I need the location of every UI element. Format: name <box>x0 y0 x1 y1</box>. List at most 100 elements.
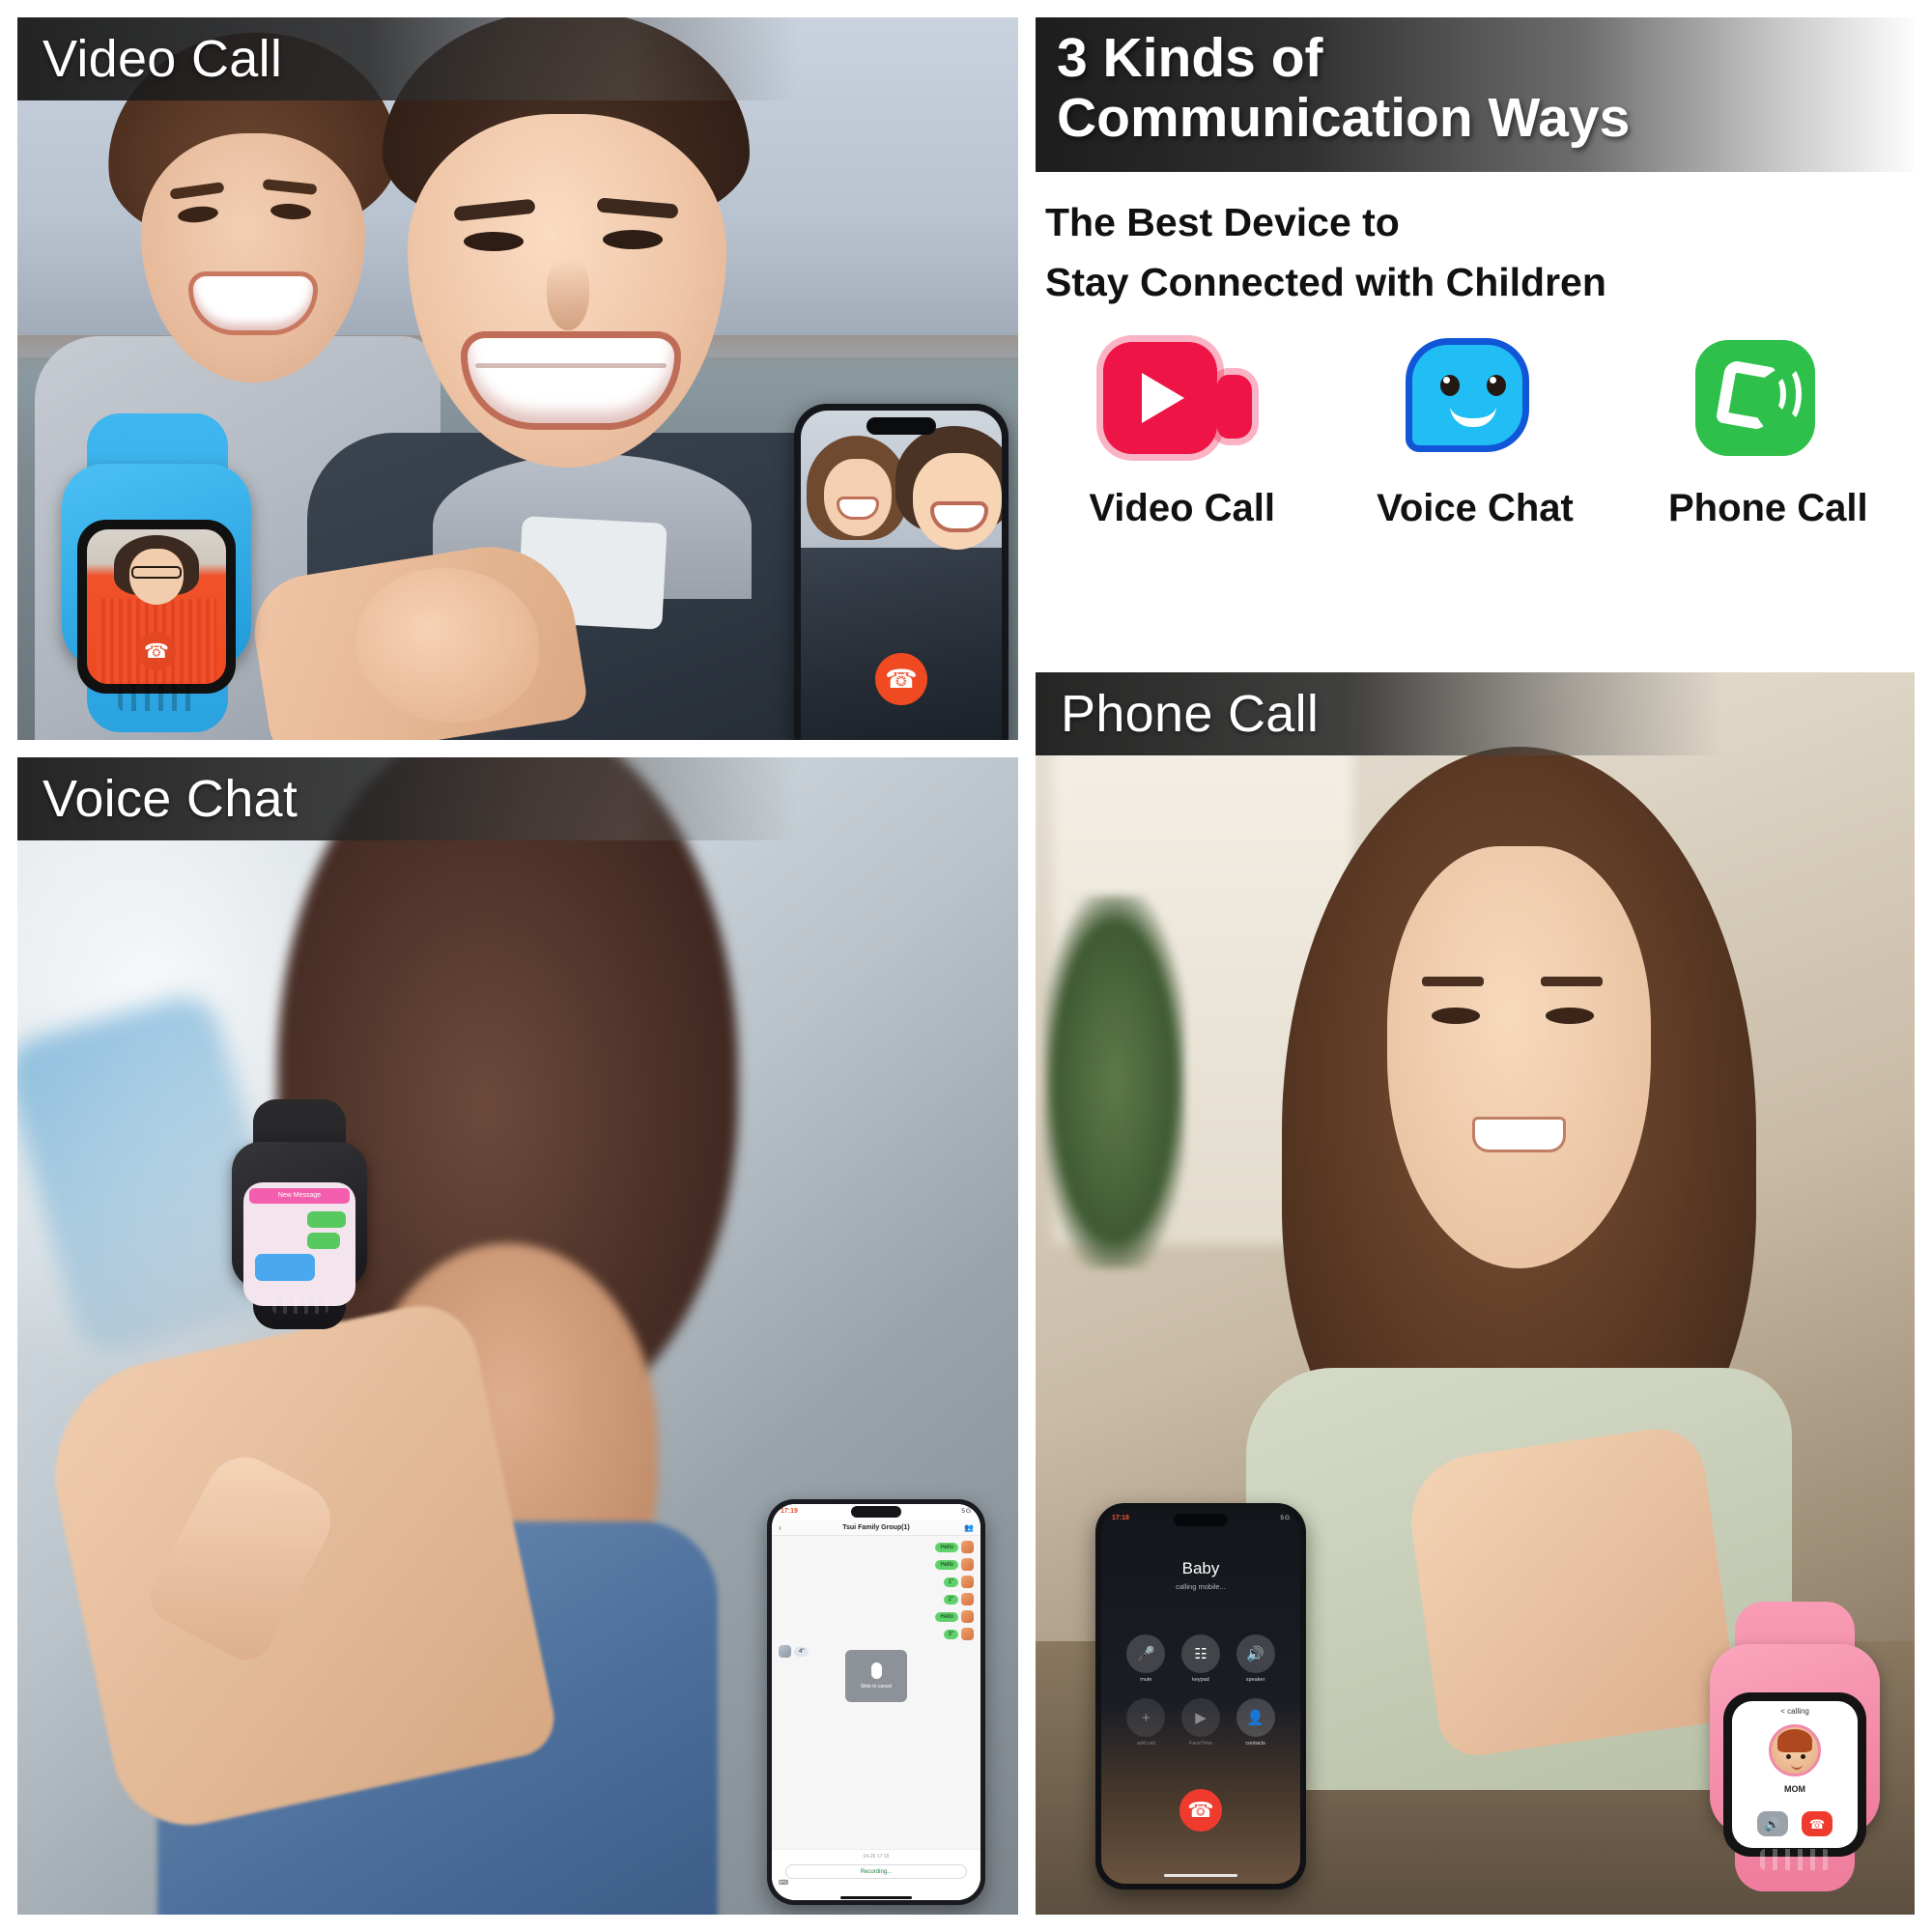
watch-screen: New Message <box>243 1182 355 1306</box>
end-call-icon[interactable]: ☎ <box>137 632 176 670</box>
panel-banner-phone-call: Phone Call <box>1036 672 1721 755</box>
mic-off-icon: 🎤 <box>1126 1634 1166 1673</box>
recording-button[interactable]: Recording... <box>785 1864 967 1879</box>
watch-screen: ☎ <box>87 529 226 684</box>
slide-to-cancel-hint: Slide to cancel <box>860 1684 893 1690</box>
status-signal: 5G <box>1280 1515 1291 1521</box>
contacts-button[interactable]: 👤 contacts <box>1234 1698 1277 1747</box>
panel-phone-call: 17:18 5G Baby calling mobile... 🎤 mute ☷… <box>1036 672 1915 1915</box>
panel-banner-label: Voice Chat <box>43 770 298 828</box>
subtitle-line-2: Stay Connected with Children <box>1045 259 1606 304</box>
subtitle-line-1: The Best Device to <box>1045 200 1400 244</box>
message-bubble: Hello <box>935 1559 958 1570</box>
girl-smile <box>839 499 876 517</box>
keypad-button[interactable]: ☷ keypad <box>1179 1634 1223 1683</box>
avatar-mouth <box>1791 1764 1803 1770</box>
mute-button[interactable]: 🎤 mute <box>1124 1634 1168 1683</box>
chat-footer: 04-26 17:19 Recording... ⌨ <box>772 1849 980 1900</box>
panel-video-call: ☎ ☎ Video Call <box>17 17 1018 740</box>
panel-voice-chat: New Message 17:19 5G ‹ Tsui Family Group… <box>17 757 1018 1915</box>
chat-title: Tsui Family Group(1) <box>842 1523 910 1531</box>
message-row: 2" <box>779 1593 974 1605</box>
message-bubble: 4" <box>794 1646 810 1657</box>
facetime-button[interactable]: ▶ FaceTime <box>1179 1698 1223 1747</box>
back-chevron-icon[interactable]: ‹ <box>779 1523 781 1532</box>
message-bubble: Hello <box>935 1611 958 1622</box>
house-plant <box>1044 895 1185 1269</box>
father-nose <box>547 259 589 330</box>
girl-brow-left <box>1422 977 1485 987</box>
home-indicator <box>840 1896 912 1899</box>
callers-bodies <box>801 548 1002 740</box>
status-bar: 17:19 5G <box>772 1504 980 1520</box>
speaker-icon: 🔊 <box>1236 1634 1275 1673</box>
control-label: speaker <box>1245 1677 1265 1683</box>
message-row: 1" <box>779 1576 974 1588</box>
headline-line-1: 3 Kinds of <box>1057 27 1323 89</box>
phone-notch <box>851 1506 901 1518</box>
man-face <box>913 453 1002 550</box>
father-smile <box>468 338 674 423</box>
chat-phone-mockup: 17:19 5G ‹ Tsui Family Group(1) 👥 Hello … <box>767 1499 985 1905</box>
camera-lens <box>1217 375 1253 439</box>
feature-video-call: Video Call <box>1062 336 1303 530</box>
watch-case: < calling MOM 🔊 ☎ <box>1710 1644 1880 1857</box>
end-call-icon[interactable]: ☎ <box>1179 1789 1222 1832</box>
message-bubble: 3" <box>943 1629 958 1639</box>
girl-arm <box>1403 1423 1741 1760</box>
girl-face <box>824 459 892 536</box>
contacts-icon[interactable]: 👥 <box>964 1523 974 1532</box>
message-bubble: Hello <box>935 1542 958 1552</box>
boy-smile <box>193 276 313 330</box>
keyboard-icon[interactable]: ⌨ <box>779 1879 788 1887</box>
microphone-icon <box>870 1662 882 1679</box>
contacts-icon: 👤 <box>1236 1698 1275 1737</box>
subtitle-block: The Best Device to Stay Connected with C… <box>1045 193 1606 312</box>
end-call-icon[interactable]: ☎ <box>1802 1811 1833 1836</box>
status-time: 17:18 <box>1112 1515 1129 1521</box>
feature-label: Voice Chat <box>1377 487 1574 529</box>
pink-smartwatch: < calling MOM 🔊 ☎ <box>1710 1602 1880 1891</box>
chat-bubble <box>1406 338 1530 452</box>
watch-case: ☎ <box>62 464 251 694</box>
status-signal: 5G <box>961 1508 972 1515</box>
phone-screen: 17:19 5G ‹ Tsui Family Group(1) 👥 Hello … <box>772 1504 980 1900</box>
blue-smartwatch: ☎ <box>62 413 251 732</box>
play-triangle <box>1142 373 1185 423</box>
father-teeth-line <box>475 363 667 368</box>
add-call-button[interactable]: + add call <box>1124 1698 1168 1747</box>
panel-banner-label: Phone Call <box>1061 685 1320 743</box>
message-row: 3" <box>779 1628 974 1640</box>
speaker-icon[interactable]: 🔊 <box>1757 1811 1788 1836</box>
chat-bubble-right-1 <box>307 1211 346 1228</box>
panel-banner-video-call: Video Call <box>17 17 799 100</box>
avatar <box>961 1576 974 1588</box>
phone-notch <box>867 417 936 435</box>
feature-phone-call: Phone Call <box>1647 336 1889 530</box>
panel-three-kinds: 3 Kinds of Communication Ways The Best D… <box>1036 17 1915 655</box>
add-call-icon: + <box>1126 1698 1166 1737</box>
end-call-icon[interactable]: ☎ <box>875 653 927 705</box>
avatar-hair <box>1777 1729 1812 1752</box>
feature-label: Video Call <box>1089 487 1275 529</box>
phone-screen: ☎ <box>801 411 1002 740</box>
speaker-button[interactable]: 🔊 speaker <box>1234 1634 1277 1683</box>
father-eye-left <box>464 232 524 251</box>
chat-header: ‹ Tsui Family Group(1) 👥 <box>772 1520 980 1536</box>
new-message-banner: New Message <box>249 1188 350 1204</box>
girl-face <box>1387 846 1651 1269</box>
father-eye-right <box>603 230 663 249</box>
message-timestamp: 04-26 17:19 <box>863 1854 890 1860</box>
phone-notch <box>1174 1514 1228 1526</box>
voice-record-overlay: Slide to cancel <box>845 1650 907 1702</box>
sound-wave-outer <box>1773 365 1802 423</box>
status-time: 17:19 <box>781 1508 798 1515</box>
girl-smile <box>1475 1119 1563 1150</box>
watch-call-header: < calling <box>1780 1706 1809 1716</box>
message-row: Hello <box>779 1558 974 1571</box>
call-phone-mockup: 17:18 5G Baby calling mobile... 🎤 mute ☷… <box>1095 1503 1306 1889</box>
watch-band-holes <box>118 684 197 711</box>
avatar <box>961 1628 974 1640</box>
avatar <box>779 1645 791 1658</box>
facetime-icon: ▶ <box>1180 1698 1220 1737</box>
